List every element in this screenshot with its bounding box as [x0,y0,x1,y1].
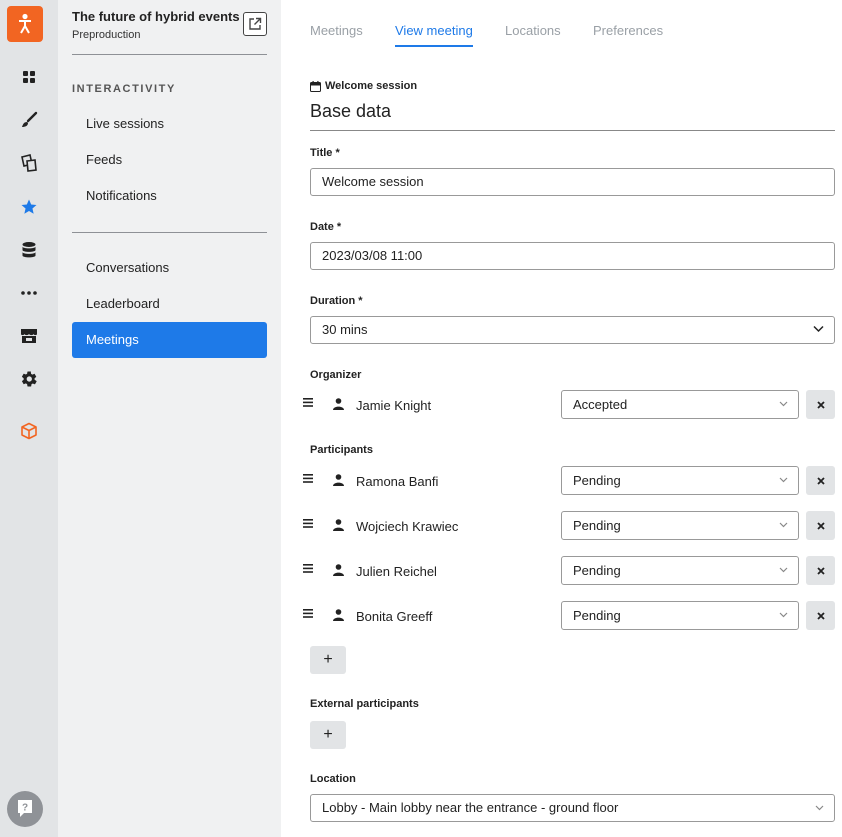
close-icon [816,476,825,485]
sidebar-divider [72,232,267,233]
date-input[interactable]: 2023/03/08 11:00 [310,242,835,270]
project-title: The future of hybrid events [72,9,240,24]
person-icon [333,398,344,410]
sidebar-item-notifications[interactable]: Notifications [72,178,267,214]
add-participant-button[interactable]: + [310,646,346,674]
participant-name: Ramona Banfi [356,474,439,489]
remove-participant-button[interactable] [806,511,835,540]
person-logo-icon[interactable] [7,6,43,42]
database-icon[interactable] [9,230,49,270]
sidebar-item-feeds[interactable]: Feeds [72,142,267,178]
organizer-label: Organizer [310,369,362,381]
close-icon [816,400,825,409]
organizer-name: Jamie Knight [356,398,432,413]
close-icon [816,521,825,530]
grid-icon[interactable] [9,57,49,97]
status-value: Accepted [573,397,628,412]
sidebar-item-leaderboard[interactable]: Leaderboard [72,286,267,322]
add-external-participant-button[interactable]: + [310,721,346,749]
remove-participant-button[interactable] [806,556,835,585]
star-icon[interactable] [9,187,49,227]
person-icon [333,474,344,486]
gear-icon[interactable] [9,359,49,399]
person-icon [333,564,344,576]
title-label: Title * [310,147,340,159]
participant-name: Julien Reichel [356,564,437,579]
status-value: Pending [573,608,621,623]
title-input[interactable]: Welcome session [310,168,835,196]
close-icon [816,566,825,575]
participant-row: Julien Reichel Pending [303,556,835,586]
date-label: Date * [310,221,342,233]
pages-icon[interactable] [9,143,49,183]
sidebar-section-title: INTERACTIVITY [72,83,176,95]
chevron-down-icon [815,805,824,811]
brush-icon[interactable] [9,100,49,140]
page-title: Base data [310,101,392,121]
external-participants-label: External participants [310,698,419,710]
store-icon[interactable] [9,316,49,356]
close-icon [816,611,825,620]
app-rail: ? [0,0,58,837]
project-subtitle: Preproduction [72,29,141,41]
chevron-down-icon [813,325,824,333]
drag-handle-icon[interactable] [303,564,313,573]
duration-value: 30 mins [322,322,368,337]
organizer-status-select[interactable]: Accepted [561,390,799,419]
tab-meetings[interactable]: Meetings [310,23,363,45]
chevron-down-icon [779,522,788,528]
remove-participant-button[interactable] [806,601,835,630]
chevron-down-icon [779,477,788,483]
drag-handle-icon[interactable] [303,519,313,528]
duration-select[interactable]: 30 mins [310,316,835,344]
participant-status-select[interactable]: Pending [561,601,799,630]
participants-label: Participants [310,444,373,456]
open-external-button[interactable] [243,12,267,36]
sidebar-item-meetings[interactable]: Meetings [72,322,267,358]
external-link-icon [249,17,262,30]
chevron-down-icon [779,612,788,618]
drag-handle-icon[interactable] [303,609,313,618]
more-icon[interactable] [9,273,49,313]
tab-locations[interactable]: Locations [505,23,561,45]
person-icon [333,609,344,621]
breadcrumb: Welcome session [310,80,417,92]
status-value: Pending [573,563,621,578]
participant-row: Bonita Greeff Pending [303,601,835,631]
participant-status-select[interactable]: Pending [561,466,799,495]
status-value: Pending [573,473,621,488]
organizer-row: Jamie Knight Accepted [303,390,835,420]
sidebar-item-live-sessions[interactable]: Live sessions [72,106,267,142]
status-value: Pending [573,518,621,533]
chevron-down-icon [779,567,788,573]
participant-status-select[interactable]: Pending [561,556,799,585]
breadcrumb-label: Welcome session [325,80,418,92]
participant-status-select[interactable]: Pending [561,511,799,540]
cube-icon[interactable] [9,411,49,451]
svg-text:?: ? [22,803,28,814]
location-label: Location [310,773,356,785]
main-content: Meetings View meeting Locations Preferen… [281,0,842,837]
calendar-icon [310,80,321,92]
remove-participant-button[interactable] [806,466,835,495]
participant-row: Ramona Banfi Pending [303,466,835,496]
participant-row: Wojciech Krawiec Pending [303,511,835,541]
tab-view-meeting[interactable]: View meeting [395,23,473,47]
drag-handle-icon[interactable] [303,474,313,483]
location-select[interactable]: Lobby - Main lobby near the entrance - g… [310,794,835,822]
sidebar-divider [72,54,267,55]
person-icon [333,519,344,531]
remove-organizer-button[interactable] [806,390,835,419]
tab-preferences[interactable]: Preferences [593,23,663,45]
section-sidebar: The future of hybrid events Preproductio… [58,0,281,837]
participant-name: Wojciech Krawiec [356,519,459,534]
chevron-down-icon [779,401,788,407]
sidebar-item-conversations[interactable]: Conversations [72,250,267,286]
location-value: Lobby - Main lobby near the entrance - g… [322,800,619,815]
duration-label: Duration * [310,295,363,307]
participant-name: Bonita Greeff [356,609,433,624]
drag-handle-icon[interactable] [303,398,313,407]
heading-divider [310,130,835,131]
help-icon[interactable]: ? [7,791,43,827]
